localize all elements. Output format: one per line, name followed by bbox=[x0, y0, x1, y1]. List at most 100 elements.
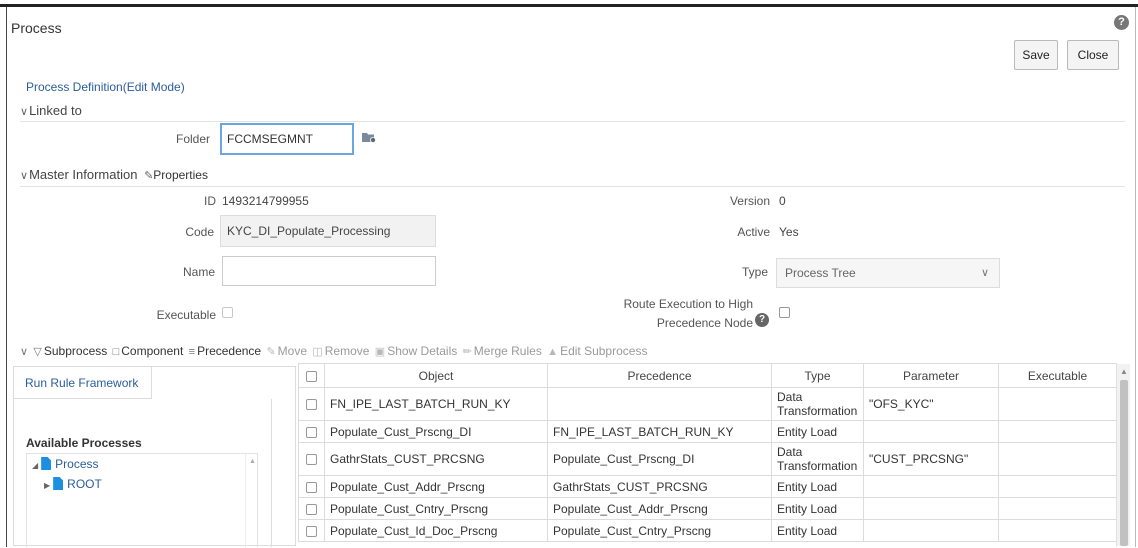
cell-precedence: GathrStats_CUST_PRCSNG bbox=[547, 475, 772, 498]
row-checkbox[interactable] bbox=[306, 399, 317, 411]
edit-subprocess-label: Edit Subprocess bbox=[560, 344, 648, 358]
table-row[interactable]: FN_IPE_LAST_BATCH_RUN_KY Data Transforma… bbox=[298, 387, 1117, 421]
folder-field[interactable]: FCCMSEGMNT bbox=[220, 123, 354, 155]
column-header-object[interactable]: Object bbox=[324, 363, 548, 388]
row-select-cell bbox=[298, 420, 325, 443]
table-row[interactable]: GathrStats_CUST_PRCSNG Populate_Cust_Prs… bbox=[298, 442, 1117, 476]
help-icon[interactable]: ? bbox=[1114, 15, 1129, 30]
table-row[interactable]: Populate_Cust_Prscng_DI FN_IPE_LAST_BATC… bbox=[298, 420, 1117, 443]
breadcrumb[interactable]: Process Definition(Edit Mode) bbox=[26, 80, 185, 94]
cell-object: Populate_Cust_Id_Doc_Prscng bbox=[324, 519, 548, 542]
scroll-up-icon[interactable]: ▲ bbox=[249, 458, 256, 465]
scroll-up-icon[interactable]: ▲ bbox=[1120, 367, 1128, 376]
type-select[interactable]: Process Tree ∨ bbox=[776, 258, 1000, 288]
precedence-button[interactable]: ≡ Precedence bbox=[189, 344, 261, 358]
cell-precedence: Populate_Cust_Addr_Prscng bbox=[547, 497, 772, 520]
row-checkbox[interactable] bbox=[306, 503, 317, 515]
merge-icon: ✏ bbox=[462, 346, 472, 358]
executable-checkbox[interactable] bbox=[222, 307, 233, 318]
cell-type: Entity Load bbox=[771, 519, 864, 542]
trash-icon: ◫ bbox=[312, 346, 323, 358]
table-scrollbar[interactable]: ▲ bbox=[1116, 364, 1130, 546]
column-header-type[interactable]: Type bbox=[771, 363, 864, 388]
name-input[interactable] bbox=[222, 256, 436, 286]
cell-object: GathrStats_CUST_PRCSNG bbox=[324, 442, 548, 476]
version-value: 0 bbox=[779, 194, 786, 208]
cell-precedence: Populate_Cust_Prscng_DI bbox=[547, 442, 772, 476]
row-select-cell bbox=[298, 497, 325, 520]
cell-parameter: "CUST_PRCSNG" bbox=[863, 442, 999, 476]
row-checkbox[interactable] bbox=[306, 426, 317, 438]
merge-rules-button[interactable]: ✏ Merge Rules bbox=[463, 344, 542, 358]
cell-type: Data Transformation bbox=[771, 387, 864, 421]
cell-precedence: Populate_Cust_Cntry_Prscng bbox=[547, 519, 772, 542]
column-header-precedence[interactable]: Precedence bbox=[547, 363, 772, 388]
chevron-down-icon: ∨ bbox=[20, 106, 29, 118]
save-button[interactable]: Save bbox=[1014, 40, 1058, 70]
component-label: Component bbox=[121, 344, 184, 358]
properties-link[interactable]: Properties bbox=[153, 168, 208, 182]
active-label: Active bbox=[737, 225, 770, 239]
subprocess-toolbar: ∨ ▽ Subprocess □ Component ≡ Precedence ✎ Mo… bbox=[20, 344, 649, 360]
column-header-parameter[interactable]: Parameter bbox=[863, 363, 999, 388]
folder-picker-icon[interactable] bbox=[362, 131, 376, 143]
edit-subprocess-button[interactable]: ▲ Edit Subprocess bbox=[547, 344, 647, 358]
cell-object: FN_IPE_LAST_BATCH_RUN_KY bbox=[324, 387, 548, 421]
select-all-checkbox[interactable] bbox=[306, 370, 317, 382]
cell-type: Data Transformation bbox=[771, 442, 864, 476]
executable-label: Executable bbox=[156, 308, 216, 322]
chevron-down-icon: ∨ bbox=[20, 170, 29, 182]
route-execution-checkbox[interactable] bbox=[779, 307, 790, 318]
cell-type: Entity Load bbox=[771, 497, 864, 520]
row-select-cell bbox=[298, 387, 325, 421]
move-button[interactable]: ✎ Move bbox=[266, 344, 307, 358]
name-label: Name bbox=[182, 265, 215, 279]
remove-button[interactable]: ◫ Remove bbox=[312, 344, 369, 358]
cell-executable bbox=[998, 475, 1117, 498]
route-help-icon[interactable]: ? bbox=[755, 313, 769, 327]
tab-run-rule-framework[interactable]: Run Rule Framework bbox=[14, 367, 152, 399]
row-checkbox[interactable] bbox=[306, 525, 317, 537]
close-button[interactable]: Close bbox=[1067, 40, 1119, 70]
table-row[interactable]: Populate_Cust_Addr_Prscng GathrStats_CUS… bbox=[298, 475, 1117, 498]
cell-executable bbox=[998, 497, 1117, 520]
row-select-cell bbox=[298, 442, 325, 476]
row-checkbox[interactable] bbox=[306, 454, 317, 466]
component-button[interactable]: □ Component bbox=[113, 344, 184, 358]
route-execution-label: Route Execution to High Precedence Node bbox=[600, 295, 753, 333]
subprocess-button[interactable]: ▽ Subprocess bbox=[33, 344, 107, 358]
cell-object: Populate_Cust_Prscng_DI bbox=[324, 420, 548, 443]
code-field: KYC_DI_Populate_Processing bbox=[220, 215, 436, 247]
chevron-down-icon: ∨ bbox=[980, 267, 989, 279]
document-icon bbox=[41, 457, 52, 470]
properties-icon: ✎ bbox=[144, 170, 154, 182]
collapsed-triangle-icon[interactable]: ▶ bbox=[44, 481, 50, 490]
show-details-label: Show Details bbox=[387, 344, 458, 358]
route-label-line2: Precedence Node bbox=[600, 314, 753, 333]
tree-node-label: Process bbox=[55, 457, 99, 471]
active-value: Yes bbox=[779, 225, 799, 239]
filter-icon: ▽ bbox=[33, 346, 42, 358]
tree-node-root[interactable]: ▶ ROOT bbox=[44, 477, 102, 491]
tree-scrollbar[interactable]: ▲ bbox=[245, 454, 257, 548]
cell-precedence bbox=[547, 387, 772, 421]
master-information-section-toggle[interactable]: ∨Master Information ✎Properties bbox=[20, 167, 208, 182]
table-header-row: Object Precedence Type Parameter Executa… bbox=[298, 363, 1117, 388]
available-processes-heading: Available Processes bbox=[26, 436, 142, 450]
linked-to-section-toggle[interactable]: ∨Linked to bbox=[20, 103, 82, 118]
table-row[interactable]: Populate_Cust_Cntry_Prscng Populate_Cust… bbox=[298, 497, 1117, 520]
tree-node-process[interactable]: ◢ Process bbox=[32, 457, 99, 471]
folder-label: Folder bbox=[175, 132, 210, 146]
cell-parameter bbox=[863, 497, 999, 520]
precedence-icon: ≡ bbox=[188, 346, 196, 358]
type-label: Type bbox=[741, 265, 768, 279]
scrollbar-thumb[interactable] bbox=[1120, 380, 1128, 546]
tree-node-label: ROOT bbox=[67, 477, 102, 491]
chevron-down-icon[interactable]: ∨ bbox=[20, 346, 28, 358]
details-icon: ▣ bbox=[374, 346, 386, 358]
show-details-button[interactable]: ▣ Show Details bbox=[375, 344, 457, 358]
expanded-triangle-icon[interactable]: ◢ bbox=[32, 461, 38, 470]
table-row[interactable]: Populate_Cust_Id_Doc_Prscng Populate_Cus… bbox=[298, 519, 1117, 542]
column-header-executable[interactable]: Executable bbox=[998, 363, 1117, 388]
row-checkbox[interactable] bbox=[306, 481, 317, 493]
